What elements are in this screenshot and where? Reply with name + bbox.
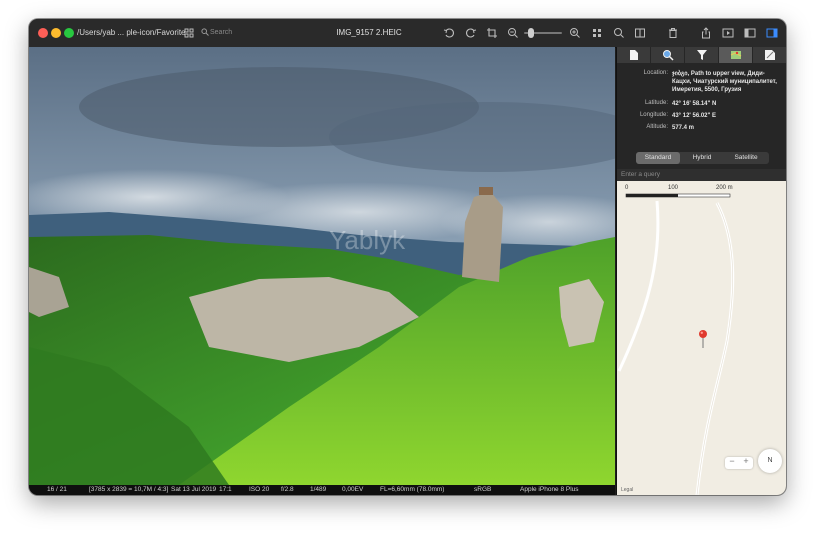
image-time: 17:1 — [219, 486, 232, 493]
minimize-window-button[interactable] — [51, 28, 61, 38]
app-window: /Users/yab ... ple-icon/Favorite Search … — [29, 19, 786, 495]
trash-icon[interactable] — [666, 26, 680, 40]
compass-button[interactable]: N — [758, 449, 782, 473]
map-zoom-control: − + — [725, 456, 753, 469]
zoom-slider-handle[interactable] — [528, 28, 534, 38]
map-mode-standard[interactable]: Standard — [636, 152, 680, 164]
search-placeholder: Search — [210, 29, 233, 36]
title-bar: /Users/yab ... ple-icon/Favorite Search … — [29, 19, 786, 48]
map-view[interactable]: 0 100 200 m Legal − + N — [617, 181, 786, 495]
map-query-input[interactable]: Enter a query — [617, 169, 786, 181]
tab-filter[interactable] — [685, 47, 719, 63]
map-zoom-in-button[interactable]: + — [739, 456, 753, 466]
landscape-photo: Yablyk — [29, 47, 615, 485]
image-colorspace: sRGB — [474, 486, 492, 493]
photo-view[interactable]: Yablyk — [29, 47, 615, 485]
window-title: IMG_9157 2.HEIC — [336, 28, 402, 37]
altitude-value: 577.4 m — [672, 125, 695, 131]
search-icon — [201, 25, 210, 41]
image-dimensions: [3785 x 2839 = 10,7M / 4:3] — [89, 486, 169, 493]
left-sidebar-icon[interactable] — [743, 26, 757, 40]
map-type-selector: Standard Hybrid Satellite — [636, 152, 769, 164]
legal-link[interactable]: Legal — [621, 487, 633, 493]
filter-icon — [696, 50, 707, 60]
info-panel: Location: ჯიბგი, Path to upper view, Дид… — [616, 47, 786, 495]
right-sidebar-icon[interactable] — [765, 26, 779, 40]
tab-file-info[interactable] — [617, 47, 651, 63]
zoom-in-icon[interactable] — [568, 26, 582, 40]
status-bar: 16 / 21 [3785 x 2839 = 10,7M / 4:3] Sat … — [29, 485, 615, 495]
split-view-icon[interactable] — [633, 26, 647, 40]
note-icon — [764, 50, 775, 60]
share-icon[interactable] — [699, 26, 713, 40]
map-pin-icon[interactable] — [696, 329, 710, 349]
map-mode-hybrid[interactable]: Hybrid — [680, 152, 724, 164]
map-zoom-out-button[interactable]: − — [725, 456, 739, 466]
document-icon — [629, 50, 638, 60]
map-mode-satellite[interactable]: Satellite — [724, 152, 768, 164]
rotate-right-icon[interactable] — [464, 26, 478, 40]
rotate-left-icon[interactable] — [442, 26, 456, 40]
image-iso: ISO 20 — [249, 486, 270, 493]
image-exposure: 0,00EV — [342, 486, 364, 493]
crop-icon[interactable] — [485, 26, 499, 40]
latitude-value: 42° 16' 58.14" N — [672, 101, 717, 107]
slideshow-icon[interactable] — [721, 26, 735, 40]
image-aperture: f/2.8 — [281, 486, 294, 493]
tab-inspector[interactable] — [651, 47, 685, 63]
location-value: ჯიბგი, Path to upper view, Диди-Кацхи, Ч… — [672, 71, 777, 93]
close-window-button[interactable] — [38, 28, 48, 38]
grid-view-icon[interactable] — [182, 26, 196, 40]
map-icon — [730, 51, 741, 59]
inspector-tabs — [617, 47, 786, 63]
folder-path[interactable]: /Users/yab ... ple-icon/Favorite — [77, 19, 185, 47]
watermark: Yablyk — [329, 225, 406, 255]
tab-map[interactable] — [719, 47, 753, 63]
tab-notes[interactable] — [753, 47, 786, 63]
longitude-value: 43° 12' 56.02" E — [672, 113, 717, 119]
camera-model: Apple iPhone 8 Plus — [520, 486, 579, 493]
image-shutter: 1/489 — [310, 486, 327, 493]
fit-to-window-icon[interactable] — [590, 26, 604, 40]
image-date: Sat 13 Jul 2019 — [171, 486, 217, 493]
zoom-out-icon[interactable] — [506, 26, 520, 40]
image-index: 16 / 21 — [47, 486, 67, 493]
image-focal-length: FL=6,60mm (78.0mm) — [380, 486, 445, 493]
search-field[interactable]: Search — [201, 25, 311, 41]
zoom-window-button[interactable] — [64, 28, 74, 38]
actual-size-icon[interactable] — [612, 26, 626, 40]
magnifier-icon — [662, 50, 674, 61]
